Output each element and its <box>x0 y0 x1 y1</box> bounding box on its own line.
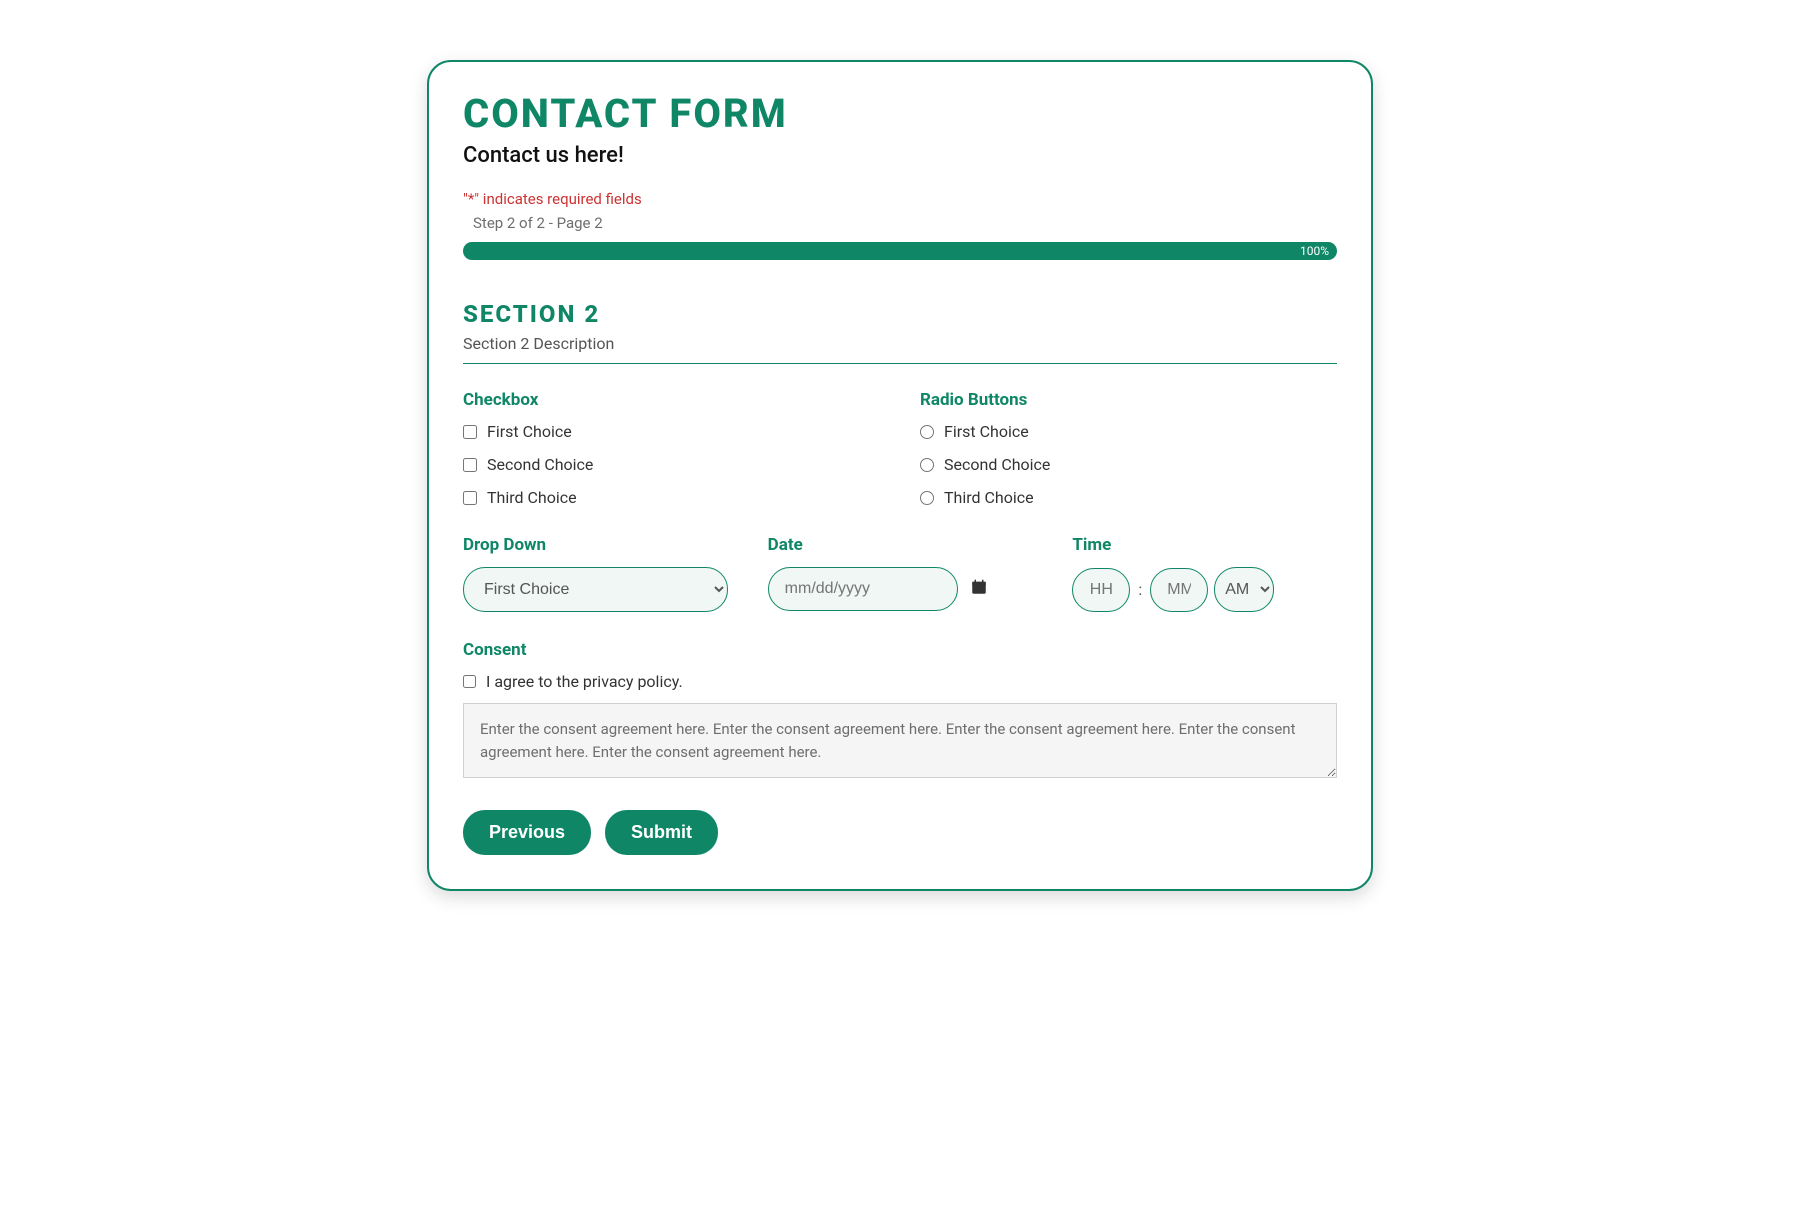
time-hour-input[interactable] <box>1072 568 1130 612</box>
dropdown-field: Drop Down First Choice <box>463 535 728 612</box>
radio-option-label: Third Choice <box>944 488 1034 507</box>
time-field: Time : AM <box>1072 535 1337 612</box>
consent-field: Consent I agree to the privacy policy. <box>463 640 1337 782</box>
form-title: CONTACT FORM <box>463 90 1337 137</box>
section-title: SECTION 2 <box>463 300 1337 328</box>
dropdown-field-label: Drop Down <box>463 535 728 555</box>
date-field-label: Date <box>768 535 1033 555</box>
submit-button[interactable]: Submit <box>605 810 718 855</box>
checkbox-input[interactable] <box>463 491 477 505</box>
consent-textarea[interactable] <box>463 703 1337 778</box>
checkbox-option[interactable]: Second Choice <box>463 455 880 474</box>
radio-input[interactable] <box>920 458 934 472</box>
checkbox-option[interactable]: First Choice <box>463 422 880 441</box>
checkbox-input[interactable] <box>463 458 477 472</box>
time-field-label: Time <box>1072 535 1337 555</box>
checkbox-option-label: Second Choice <box>487 455 593 474</box>
progress-percent-label: 100% <box>1300 242 1329 260</box>
date-field: Date <box>768 535 1033 612</box>
step-indicator: Step 2 of 2 - Page 2 <box>463 214 1337 232</box>
form-subtitle: Contact us here! <box>463 143 1337 168</box>
required-fields-note: "*" indicates required fields <box>463 190 1337 208</box>
time-minute-input[interactable] <box>1150 568 1208 612</box>
radio-field-label: Radio Buttons <box>920 390 1337 410</box>
radio-option-label: Second Choice <box>944 455 1050 474</box>
consent-checkbox-label: I agree to the privacy policy. <box>486 672 683 691</box>
previous-button[interactable]: Previous <box>463 810 591 855</box>
checkbox-input[interactable] <box>463 425 477 439</box>
progress-bar: 100% <box>463 242 1337 260</box>
checkbox-option-label: Third Choice <box>487 488 577 507</box>
section-divider <box>463 363 1337 364</box>
radio-input[interactable] <box>920 491 934 505</box>
radio-input[interactable] <box>920 425 934 439</box>
radio-option[interactable]: Second Choice <box>920 455 1337 474</box>
checkbox-option-label: First Choice <box>487 422 572 441</box>
consent-checkbox[interactable] <box>463 675 476 688</box>
required-note-quote-close: " indicates required fields <box>474 190 641 208</box>
checkbox-field-label: Checkbox <box>463 390 880 410</box>
radio-option[interactable]: First Choice <box>920 422 1337 441</box>
calendar-icon[interactable] <box>970 578 988 601</box>
date-input[interactable] <box>768 567 958 611</box>
time-ampm-select[interactable]: AM <box>1214 567 1274 612</box>
radio-field: Radio Buttons First Choice Second Choice… <box>920 390 1337 507</box>
radio-option[interactable]: Third Choice <box>920 488 1337 507</box>
time-separator: : <box>1136 580 1144 599</box>
section-description: Section 2 Description <box>463 334 1337 353</box>
contact-form-card: CONTACT FORM Contact us here! "*" indica… <box>427 60 1373 891</box>
consent-field-label: Consent <box>463 640 1337 660</box>
consent-checkbox-row[interactable]: I agree to the privacy policy. <box>463 672 1337 691</box>
radio-option-label: First Choice <box>944 422 1029 441</box>
checkbox-option[interactable]: Third Choice <box>463 488 880 507</box>
checkbox-field: Checkbox First Choice Second Choice Thir… <box>463 390 880 507</box>
dropdown-select[interactable]: First Choice <box>463 567 728 612</box>
